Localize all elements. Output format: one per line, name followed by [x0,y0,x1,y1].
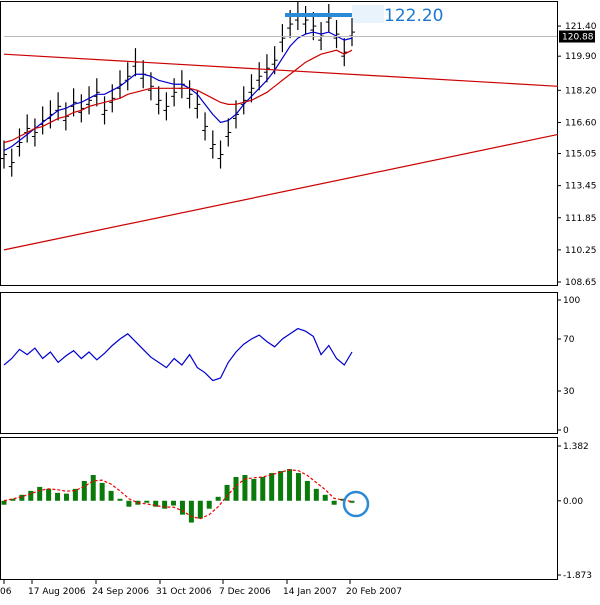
macd-hist-bar [117,498,123,501]
x-tick-label: 06 [0,587,12,597]
macd-y-tick-label: 0.00 [563,497,583,507]
macd-hist-bar [28,490,34,501]
macd-hist-bar [260,476,266,501]
macd-hist-bar [108,490,114,501]
macd-y-tick-label: -1.873 [563,571,592,581]
price-y-tick-label: 113.45 [565,182,597,192]
macd-hist-bar [188,500,194,523]
macd-hist-bar [322,494,328,501]
macd-hist-bar [144,500,150,503]
macd-hist-bar [81,480,87,501]
macd-hist-bar [63,493,69,501]
macd-hist-bar [179,500,185,515]
macd-y-tick-label: 1.382 [563,442,589,452]
price-y-tick-label: 110.25 [565,246,597,256]
x-tick-label: 31 Oct 2006 [156,587,212,597]
macd-hist-bar [233,476,239,501]
macd-hist-bar [224,484,230,501]
macd-hist-bar [331,500,337,505]
price-y-tick-label: 108.65 [565,278,597,288]
x-tick-label: 7 Dec 2006 [219,587,271,597]
x-tick-label: 20 Feb 2007 [346,587,402,597]
chart-container: 121.40 119.90 118.20 116.60 115.05 113.45 111.… [0,0,600,601]
macd-hist-bar [37,486,43,501]
macd-hist-bar [215,496,221,501]
macd-hist-bar [287,469,293,501]
current-price-value: 120.88 [562,33,594,43]
macd-hist-bar [269,473,275,501]
macd-hist-bar [46,488,52,501]
price-y-tick-label: 116.60 [565,118,597,128]
macd-hist-bar [313,488,319,501]
rsi-y-tick-label: 100 [563,296,580,306]
macd-hist-bar [90,475,96,501]
rsi-y-tick-label: 70 [563,335,575,345]
macd-hist-bar [295,473,301,501]
macd-hist-bar [197,500,203,519]
x-tick-label: 14 Jan 2007 [283,587,337,597]
macd-hist-bar [304,480,310,501]
resistance-label: 122.20 [384,6,443,26]
macd-hist-bar [278,471,284,501]
macd-hist-bar [55,492,61,501]
macd-hist-bar [126,500,132,507]
rsi-y-tick-label: 0 [563,426,569,436]
price-y-tick-label: 115.05 [565,150,597,160]
macd-hist-bar [206,500,212,509]
chart-svg: 121.40119.90118.20116.60115.05113.45111.… [0,0,600,601]
chart-background [0,0,600,601]
price-y-tick-label: 118.20 [565,86,597,96]
rsi-y-tick-label: 30 [563,387,575,397]
macd-hist-bar [99,482,105,501]
x-tick-label: 17 Aug 2006 [28,587,86,597]
resistance-label-bg [352,5,384,23]
macd-hist-bar [251,478,257,501]
macd-hist-bar [171,500,177,506]
macd-hist-bar [1,500,7,505]
x-tick-label: 24 Sep 2006 [92,587,149,597]
price-y-tick-label: 119.90 [565,52,597,62]
price-y-tick-label: 111.85 [565,214,597,224]
